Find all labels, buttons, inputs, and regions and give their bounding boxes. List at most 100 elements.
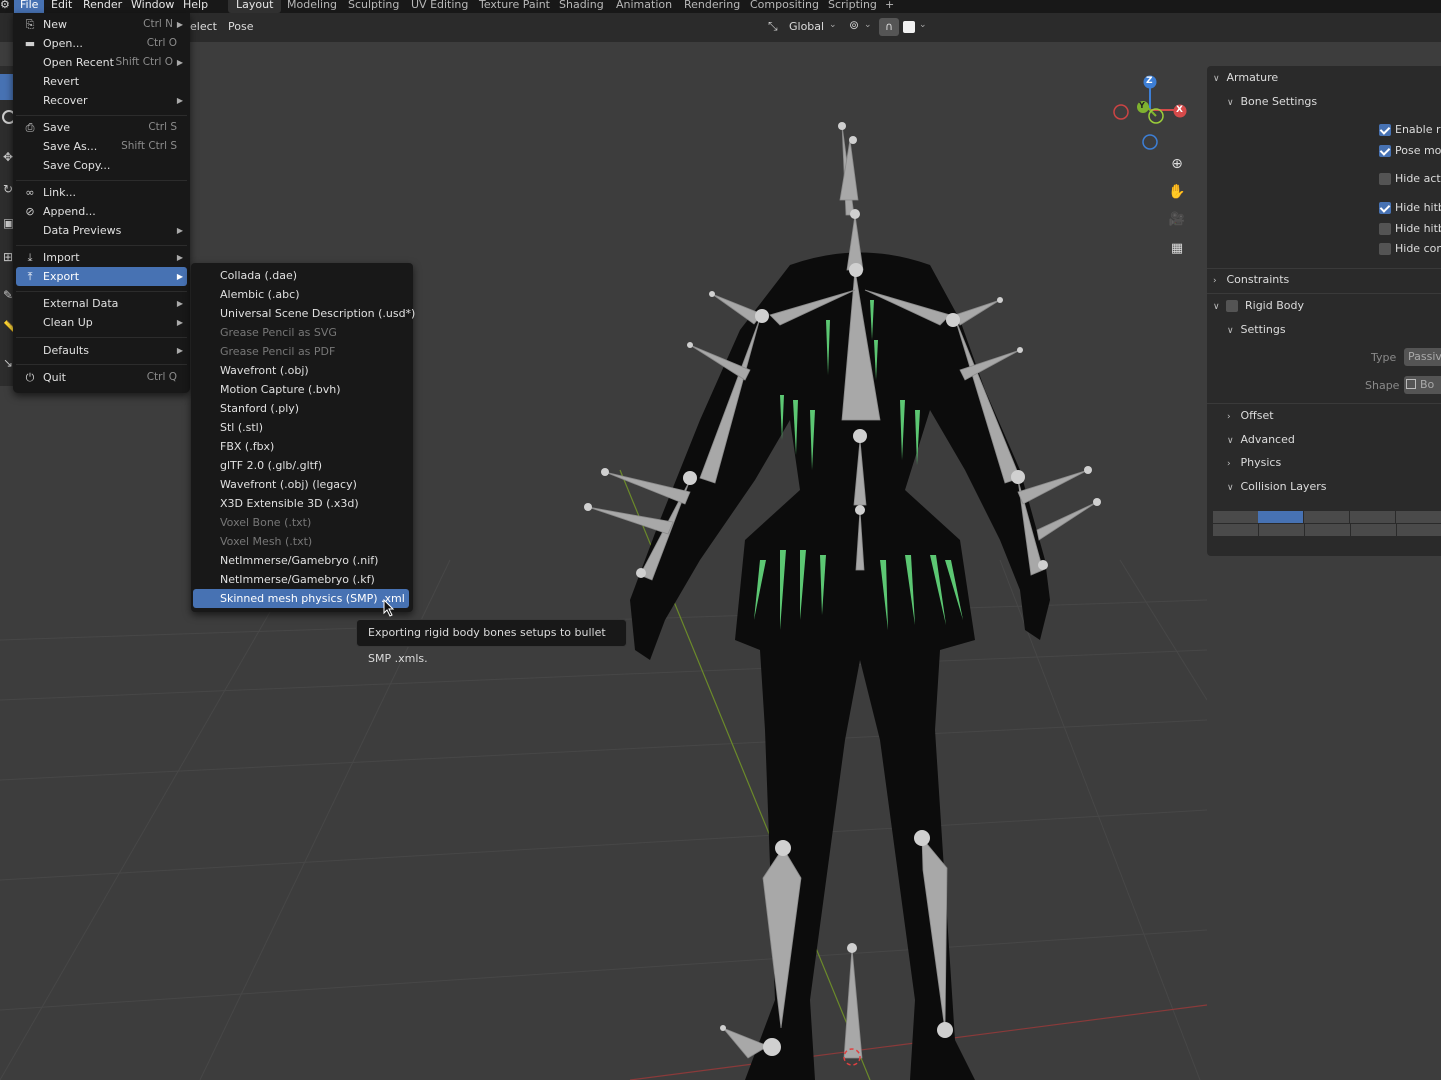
tab-compositing[interactable]: Compositing — [742, 0, 827, 13]
menu-help[interactable]: Help — [177, 0, 214, 13]
blender-logo-icon[interactable]: ⚙ — [0, 0, 12, 11]
menu-item-open-recent[interactable]: Open Recent Shift Ctrl O ▶ — [16, 53, 187, 72]
navigation-gizmo[interactable]: Z Y X ⊕ ✋ 🎥 ▦ — [1105, 70, 1195, 270]
collision-layers-grid[interactable] — [1213, 511, 1441, 538]
advanced-subpanel-header[interactable]: ∨ Advanced — [1227, 433, 1295, 446]
select-menu[interactable]: elect — [190, 20, 217, 33]
tab-texture-paint[interactable]: Texture Paint — [471, 0, 558, 13]
type-dropdown[interactable]: Passiv — [1404, 348, 1441, 366]
menu-item-new[interactable]: ⎘ New Ctrl N ▶ — [16, 15, 187, 34]
export-alembic[interactable]: Alembic (.abc) — [193, 285, 409, 304]
menu-render[interactable]: Render — [77, 0, 128, 13]
menu-item-defaults[interactable]: Defaults ▶ — [16, 341, 187, 360]
tab-modeling[interactable]: Modeling — [279, 0, 345, 13]
hide-hitbox-checkbox[interactable] — [1379, 202, 1391, 214]
add-workspace-button[interactable]: + — [877, 0, 902, 13]
collision-layer-active[interactable] — [1258, 511, 1303, 523]
bone-settings-header[interactable]: ∨ Bone Settings — [1227, 95, 1317, 108]
export-wavefront-legacy[interactable]: Wavefront (.obj) (legacy) — [193, 475, 409, 494]
submenu-arrow-icon: ▶ — [176, 299, 183, 308]
pan-hand-icon[interactable]: ✋ — [1165, 180, 1189, 204]
menu-file[interactable]: File — [14, 0, 45, 13]
snap-target-swatch[interactable] — [903, 21, 915, 33]
transform-orientation-icon: ⤡ — [768, 19, 778, 33]
rotate-tool-icon[interactable]: ↻ — [3, 182, 13, 196]
hide-constraints-checkbox[interactable] — [1379, 243, 1391, 255]
export-gltf[interactable]: glTF 2.0 (.glb/.gltf) — [193, 456, 409, 475]
export-wavefront-obj[interactable]: Wavefront (.obj) — [193, 361, 409, 380]
menu-item-link[interactable]: ∞ Link... — [16, 183, 187, 202]
rigid-body-checkbox[interactable] — [1226, 300, 1238, 312]
menu-item-label: Link... — [43, 186, 77, 199]
menu-item-label: Open... — [43, 37, 83, 50]
physics-subpanel-header[interactable]: › Physics — [1227, 456, 1281, 469]
export-bvh[interactable]: Motion Capture (.bvh) — [193, 380, 409, 399]
rigid-body-panel-header[interactable]: ∨ — [1213, 299, 1223, 312]
menu-item-revert[interactable]: Revert — [16, 72, 187, 91]
export-fbx[interactable]: FBX (.fbx) — [193, 437, 409, 456]
menu-window[interactable]: Window — [125, 0, 180, 13]
tab-layout[interactable]: Layout — [228, 0, 282, 13]
export-grease-pencil-pdf: Grease Pencil as PDF — [220, 345, 336, 358]
menu-item-open[interactable]: ▬ Open... Ctrl O — [16, 34, 187, 53]
menu-item-clean-up[interactable]: Clean Up ▶ — [16, 313, 187, 332]
menu-item-import[interactable]: ⤓ Import ▶ — [16, 248, 187, 267]
tab-shading[interactable]: Shading — [551, 0, 612, 13]
export-smp-xml[interactable]: Skinned mesh physics (SMP) .xml — [193, 589, 409, 608]
menu-item-quit[interactable]: ⏻ Quit Ctrl Q — [16, 368, 187, 387]
settings-subpanel-header[interactable]: ∨ Settings — [1227, 323, 1286, 336]
enable-rig-checkbox[interactable] — [1379, 124, 1391, 136]
chevron-down-icon: ∨ — [1227, 98, 1234, 108]
menu-item-label: Recover — [43, 94, 88, 107]
menu-item-external-data[interactable]: External Data ▶ — [16, 294, 187, 313]
hide-hitbox-2-checkbox[interactable] — [1379, 223, 1391, 235]
menu-item-save-copy[interactable]: Save Copy... — [16, 156, 187, 175]
annotate-tool-icon[interactable]: ✎ — [3, 288, 13, 302]
export-kf[interactable]: NetImmerse/Gamebryo (.kf) — [193, 570, 409, 589]
export-ply[interactable]: Stanford (.ply) — [193, 399, 409, 418]
tab-scripting[interactable]: Scripting — [820, 0, 885, 13]
pose-menu[interactable]: Pose — [228, 20, 253, 33]
export-stl[interactable]: Stl (.stl) — [193, 418, 409, 437]
export-x3d[interactable]: X3D Extensible 3D (.x3d) — [193, 494, 409, 513]
bone-tool-icon[interactable]: ↘ — [3, 356, 13, 370]
export-nif[interactable]: NetImmerse/Gamebryo (.nif) — [193, 551, 409, 570]
submenu-arrow-icon: ▶ — [176, 253, 183, 262]
snap-icon[interactable]: ∩ — [879, 18, 899, 36]
move-tool-icon[interactable]: ✥ — [3, 150, 13, 164]
armature-panel-header[interactable]: ∨ Armature — [1213, 71, 1278, 84]
pivot-point-icon[interactable]: ⊚ — [849, 18, 859, 32]
transform-tool-icon[interactable]: ⊞ — [3, 250, 13, 264]
menu-item-recover[interactable]: Recover ▶ — [16, 91, 187, 110]
menu-item-append[interactable]: ⊘ Append... — [16, 202, 187, 221]
pose-mode-checkbox[interactable] — [1379, 145, 1391, 157]
menu-separator — [16, 291, 187, 292]
hide-active-checkbox[interactable] — [1379, 173, 1391, 185]
gizmo-z-label: Z — [1146, 76, 1153, 86]
menu-item-shortcut: Shift Ctrl O — [115, 56, 174, 68]
shape-dropdown[interactable]: Bo — [1404, 376, 1441, 394]
save-icon: ⎙ — [25, 121, 35, 134]
export-usd[interactable]: Universal Scene Description (.usd*) — [193, 304, 415, 323]
transform-orientation-dropdown[interactable]: Global — [789, 20, 824, 33]
properties-sidebar: ∨ Armature ∨ Bone Settings Enable rig Po… — [1207, 66, 1441, 556]
zoom-icon[interactable]: ⊕ — [1165, 152, 1189, 176]
menu-edit[interactable]: Edit — [45, 0, 78, 13]
tab-uv-editing[interactable]: UV Editing — [403, 0, 476, 13]
menu-item-data-previews[interactable]: Data Previews ▶ — [16, 221, 187, 240]
export-collada[interactable]: Collada (.dae) — [193, 266, 409, 285]
tab-rendering[interactable]: Rendering — [676, 0, 748, 13]
offset-subpanel-header[interactable]: › Offset — [1227, 409, 1274, 422]
tab-sculpting[interactable]: Sculpting — [340, 0, 407, 13]
pose-mode-label: Pose mod — [1395, 144, 1441, 157]
hide-hitbox-2-label: Hide hitbo — [1395, 222, 1441, 235]
perspective-grid-icon[interactable]: ▦ — [1165, 237, 1189, 261]
tab-animation[interactable]: Animation — [608, 0, 680, 13]
menu-item-export[interactable]: ⤒ Export ▶ — [16, 267, 187, 286]
collision-layers-subpanel-header[interactable]: ∨ Collision Layers — [1227, 480, 1326, 493]
physics-label: Physics — [1240, 456, 1282, 469]
menu-item-save-as[interactable]: Save As... Shift Ctrl S — [16, 137, 187, 156]
constraints-panel-header[interactable]: › Constraints — [1213, 273, 1289, 286]
camera-icon[interactable]: 🎥 — [1165, 208, 1189, 232]
menu-item-save[interactable]: ⎙ Save Ctrl S — [16, 118, 187, 137]
